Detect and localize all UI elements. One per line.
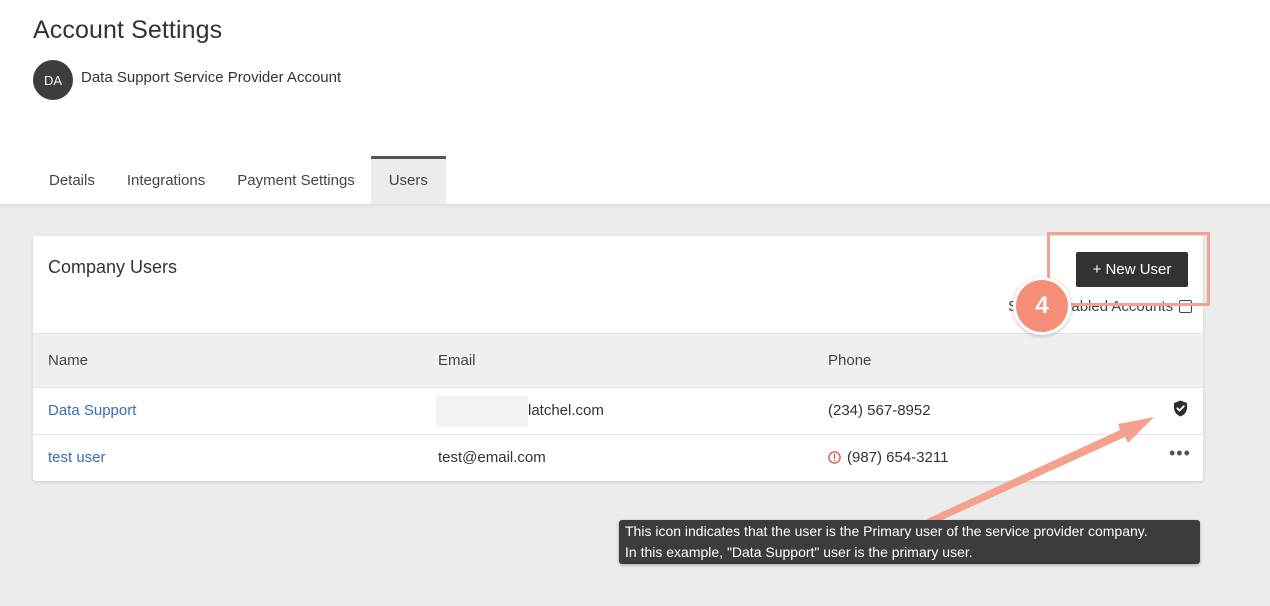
explanation-tooltip: This icon indicates that the user is the… [619,520,1200,564]
card-title: Company Users [48,257,178,277]
table-header: Name Email Phone [33,333,1203,388]
table-row: test user test@email.com (987) 654-3211 … [33,434,1203,481]
tab-integrations[interactable]: Integrations [111,156,221,204]
company-users-card: Company Users + New User Show Disabled A… [33,236,1203,481]
highlight-box [1047,232,1210,306]
tab-payment-settings[interactable]: Payment Settings [221,156,371,204]
warning-circle-icon [828,451,841,468]
user-name-link[interactable]: test user [48,449,106,466]
user-email: latchel.com [528,402,604,419]
redacted-email-blur [436,396,528,427]
step-number-badge: 4 [1013,277,1071,335]
page-header: Account Settings DA Data Support Service… [0,0,1270,204]
tab-details[interactable]: Details [33,156,111,204]
avatar: DA [33,60,73,100]
user-name-link[interactable]: Data Support [48,402,136,419]
tab-users[interactable]: Users [370,156,446,204]
column-header-phone: Phone [828,352,872,369]
user-email: test@email.com [438,449,546,466]
page-title: Account Settings [33,16,223,44]
more-options-icon[interactable]: ••• [1169,443,1191,464]
user-phone-cell: (987) 654-3211 [828,449,948,468]
tab-bar: Details Integrations Payment Settings Us… [33,156,446,204]
tooltip-line-1: This icon indicates that the user is the… [625,523,1148,539]
shield-check-icon [1173,400,1188,422]
table-row: Data Support latchel.com (234) 567-8952 [33,387,1203,434]
tooltip-line-2: In this example, "Data Support" user is … [625,544,973,560]
column-header-email: Email [438,352,476,369]
user-phone: (987) 654-3211 [847,449,949,466]
account-name: Data Support Service Provider Account [81,69,342,86]
user-phone: (234) 567-8952 [828,402,931,419]
column-header-name: Name [48,352,89,369]
